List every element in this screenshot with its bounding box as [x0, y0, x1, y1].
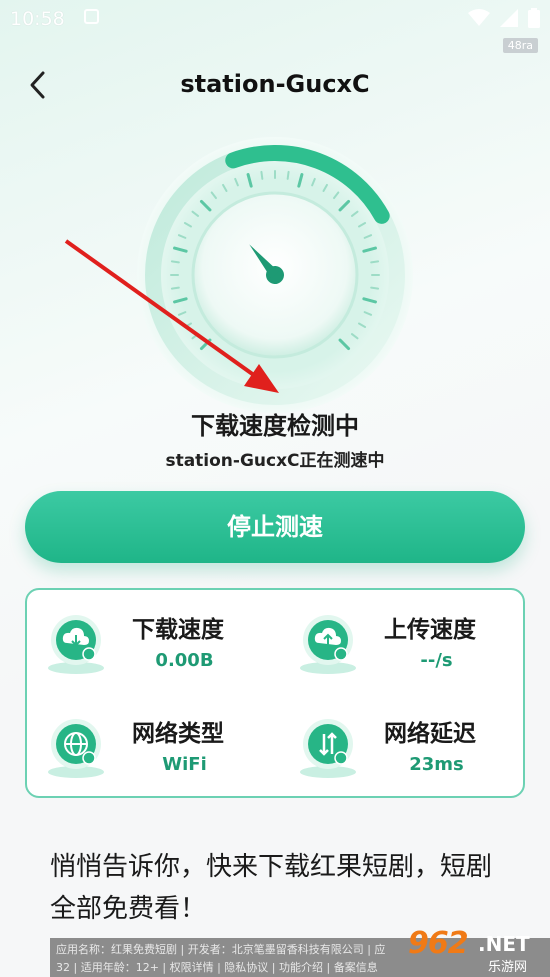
stats-card: 下载速度 0.00B 上传速度 --/s 网络类型 WiFi 网络延迟 23ms [25, 588, 525, 798]
stat-download: 下载速度 0.00B [27, 592, 267, 692]
upload-value: --/s [420, 650, 453, 671]
battery-icon [528, 8, 540, 28]
latency-label: 网络延迟 [384, 721, 476, 747]
test-status-heading: 下载速度检测中 [191, 412, 359, 440]
promo-text: 悄悄告诉你，快来下载红果短剧，短剧全部免费看！ [50, 852, 493, 924]
download-value: 0.00B [155, 650, 214, 671]
latency-icon [300, 719, 356, 778]
globe-icon [48, 719, 104, 778]
upload-icon [300, 615, 356, 674]
wifi-icon [468, 9, 490, 26]
stat-latency: 网络延迟 23ms [279, 696, 519, 796]
network-type-label: 网络类型 [132, 721, 224, 747]
gauge-tick [286, 170, 290, 180]
network-type-value: WiFi [162, 754, 207, 775]
gauge-tick [370, 260, 380, 264]
download-icon [48, 615, 104, 674]
stat-network-type: 网络类型 WiFi [27, 696, 267, 796]
status-bar: 10:58 [0, 0, 550, 34]
speed-gauge [137, 137, 413, 413]
page-title: station-GucxC [180, 70, 370, 98]
download-label: 下载速度 [132, 617, 224, 643]
stop-test-button[interactable]: 停止测速 [25, 491, 525, 563]
site-watermark: 962 .NET 乐游网 [404, 926, 544, 975]
gauge-tick [260, 170, 264, 180]
nav-bar: station-GucxC [0, 56, 550, 112]
gauge-tick [170, 260, 180, 264]
gauge-tick [370, 286, 380, 290]
watermark-net: .NET [478, 932, 530, 956]
latency-value: 23ms [409, 754, 464, 775]
watermark-sub: 乐游网 [488, 960, 528, 975]
notification-icon [84, 9, 99, 24]
test-status-subtitle: station-GucxC正在测速中 [165, 451, 385, 471]
watermark-number: 962 [408, 926, 469, 961]
corner-badge: 48ra [502, 38, 538, 53]
status-time: 10:58 [10, 8, 65, 30]
signal-icon [500, 9, 518, 27]
stat-upload: 上传速度 --/s [279, 592, 519, 692]
upload-label: 上传速度 [384, 617, 476, 643]
gauge-tick [170, 286, 180, 290]
status-icons [468, 8, 540, 28]
